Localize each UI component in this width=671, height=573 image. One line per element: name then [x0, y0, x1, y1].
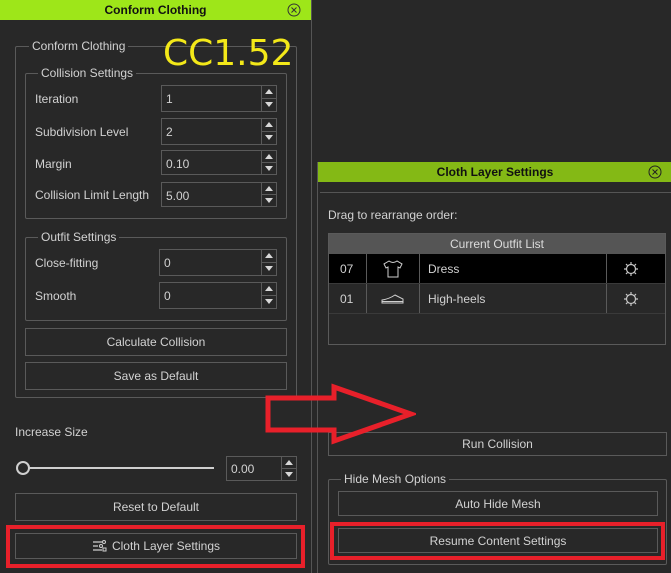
red-arrow-annotation — [265, 383, 416, 445]
cloth-layer-settings-label: Cloth Layer Settings — [111, 539, 221, 553]
increase-size-value: 0.00 — [231, 462, 255, 476]
smooth-value: 0 — [164, 289, 171, 303]
decrement-button[interactable] — [262, 132, 276, 145]
collision-settings-title: Collision Settings — [38, 66, 137, 80]
shirt-icon — [383, 259, 403, 277]
increment-button[interactable] — [262, 250, 276, 263]
close-icon[interactable] — [287, 3, 301, 17]
subdivision-level-value: 2 — [166, 125, 173, 139]
increment-button[interactable] — [262, 119, 276, 132]
close-icon[interactable] — [648, 165, 662, 179]
sliders-icon — [92, 540, 107, 552]
conform-clothing-titlebar[interactable]: Conform Clothing — [0, 0, 311, 20]
iteration-label: Iteration — [35, 92, 79, 106]
subdivision-level-spinbox[interactable]: 2 — [161, 118, 277, 145]
close-fitting-value: 0 — [164, 256, 171, 270]
increase-size-label: Increase Size — [15, 425, 88, 439]
smooth-label: Smooth — [35, 289, 77, 303]
decrement-button[interactable] — [262, 163, 276, 175]
divider — [320, 192, 671, 193]
conform-clothing-panel: Conform Clothing Conform Clothing CC1.52… — [0, 0, 312, 573]
list-item[interactable]: 01 High-heels — [329, 284, 665, 314]
decrement-button[interactable] — [262, 296, 276, 309]
auto-hide-mesh-button[interactable]: Auto Hide Mesh — [338, 491, 658, 516]
panel-title: Cloth Layer Settings — [436, 165, 554, 179]
settings-icon[interactable] — [623, 291, 639, 307]
collision-limit-length-spinbox[interactable]: 5.00 — [161, 182, 277, 207]
subdivision-level-label: Subdivision Level — [35, 125, 129, 139]
list-item[interactable]: 07 Dress — [329, 254, 665, 284]
decrement-button[interactable] — [282, 469, 296, 481]
save-as-default-button[interactable]: Save as Default — [25, 362, 287, 390]
margin-spinbox[interactable]: 0.10 — [161, 150, 277, 175]
calculate-collision-button[interactable]: Calculate Collision — [25, 328, 287, 356]
cloth-layer-settings-panel: Cloth Layer Settings Drag to rearrange o… — [317, 162, 671, 573]
outfit-list[interactable]: Current Outfit List 07 Dress 01 High-hee… — [328, 233, 666, 345]
shoe-icon — [381, 293, 404, 303]
outfit-settings-title: Outfit Settings — [38, 230, 120, 244]
drag-instruction: Drag to rearrange order: — [328, 208, 458, 222]
increase-size-slider-track[interactable] — [22, 467, 214, 469]
increase-size-slider-handle[interactable] — [16, 461, 30, 475]
resume-content-settings-button[interactable]: Resume Content Settings — [338, 528, 658, 553]
increment-button[interactable] — [262, 86, 276, 99]
hide-mesh-options-title: Hide Mesh Options — [341, 472, 450, 486]
margin-label: Margin — [35, 157, 72, 171]
cloth-layer-settings-button[interactable]: Cloth Layer Settings — [15, 533, 297, 559]
settings-icon[interactable] — [623, 261, 639, 277]
increment-button[interactable] — [282, 457, 296, 469]
close-fitting-label: Close-fitting — [35, 256, 99, 270]
decrement-button[interactable] — [262, 195, 276, 207]
increment-button[interactable] — [262, 183, 276, 195]
increment-button[interactable] — [262, 283, 276, 296]
outfit-name: High-heels — [420, 284, 607, 313]
outfit-order: 01 — [329, 284, 367, 313]
cloth-layer-settings-titlebar[interactable]: Cloth Layer Settings — [318, 162, 671, 182]
iteration-value: 1 — [166, 92, 173, 106]
panel-title: Conform Clothing — [104, 3, 207, 17]
outfit-name: Dress — [420, 254, 607, 283]
smooth-spinbox[interactable]: 0 — [159, 282, 277, 309]
collision-limit-length-label: Collision Limit Length — [35, 188, 150, 202]
collision-limit-length-value: 5.00 — [166, 189, 190, 203]
group-title: Conform Clothing — [29, 39, 129, 53]
increment-button[interactable] — [262, 151, 276, 163]
outfit-list-header: Current Outfit List — [329, 234, 665, 254]
iteration-spinbox[interactable]: 1 — [161, 85, 277, 112]
version-label: CC1.52 — [163, 33, 294, 74]
increase-size-spinbox[interactable]: 0.00 — [226, 456, 297, 481]
close-fitting-spinbox[interactable]: 0 — [159, 249, 277, 276]
reset-to-default-button[interactable]: Reset to Default — [15, 493, 297, 521]
margin-value: 0.10 — [166, 157, 190, 171]
decrement-button[interactable] — [262, 263, 276, 276]
outfit-order: 07 — [329, 254, 367, 283]
decrement-button[interactable] — [262, 99, 276, 112]
